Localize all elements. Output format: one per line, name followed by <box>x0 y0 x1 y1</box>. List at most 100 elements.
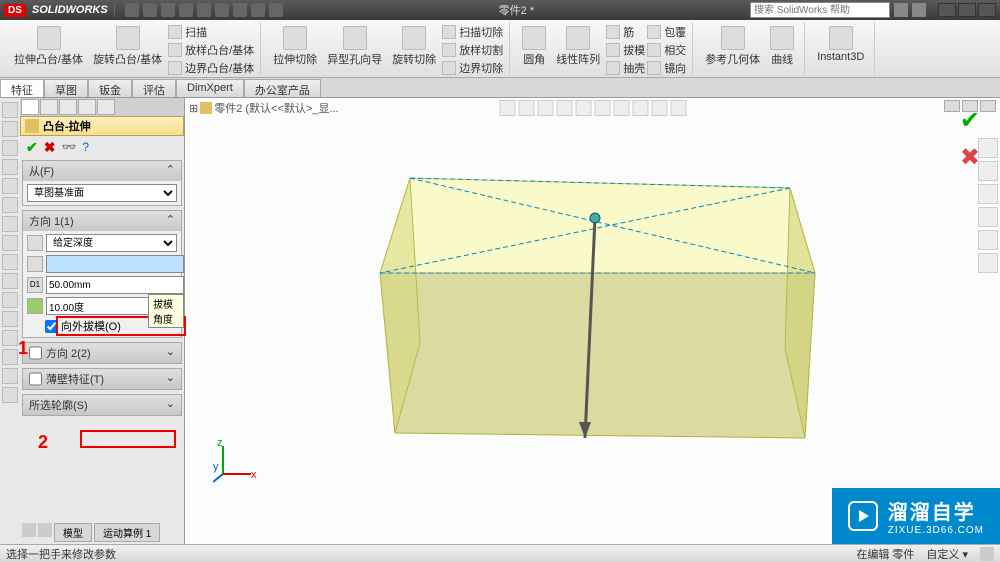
direction-input[interactable] <box>46 255 184 273</box>
tab-features[interactable]: 特征 <box>0 79 44 97</box>
maximize-icon[interactable] <box>958 3 976 17</box>
reverse-direction-icon[interactable] <box>27 235 43 251</box>
minimize-icon[interactable] <box>938 3 956 17</box>
section-view-icon[interactable] <box>556 100 572 116</box>
pattern-button[interactable]: 线性阵列 <box>552 24 604 76</box>
hide-show-icon[interactable] <box>613 100 629 116</box>
tool-icon[interactable] <box>2 159 18 175</box>
close-icon[interactable] <box>978 3 996 17</box>
graphics-viewport[interactable]: ⊞ 零件2 (默认<<默认>_显... ✔ ✖ <box>185 98 1000 544</box>
tab-office[interactable]: 办公室产品 <box>244 79 321 97</box>
tool-icon[interactable] <box>2 273 18 289</box>
status-icon[interactable] <box>980 547 994 561</box>
ok-button[interactable]: ✔ <box>26 139 38 156</box>
tool-icon[interactable] <box>2 102 18 118</box>
rib-button[interactable]: 筋 <box>606 24 645 40</box>
draft-outward-checkbox[interactable] <box>45 320 58 333</box>
tab-dimxpert[interactable]: DimXpert <box>176 79 244 97</box>
section-contour-header[interactable]: 所选轮廓(S)⌄ <box>23 395 181 415</box>
loft-cut-button[interactable]: 放样切割 <box>442 42 503 58</box>
print-icon[interactable] <box>179 3 193 17</box>
zoom-fit-icon[interactable] <box>499 100 515 116</box>
pm-tab-icon[interactable] <box>59 99 77 115</box>
section-dir2-header[interactable]: 方向 2(2)⌄ <box>23 343 181 363</box>
fillet-button[interactable]: 圆角 <box>518 24 550 76</box>
help-button[interactable]: ? <box>82 140 89 154</box>
options-icon[interactable] <box>269 3 283 17</box>
tab-nav-left-icon[interactable] <box>22 523 36 537</box>
extrude-cut-button[interactable]: 拉伸切除 <box>269 24 321 76</box>
zoom-area-icon[interactable] <box>518 100 534 116</box>
tool-icon[interactable] <box>2 140 18 156</box>
tool-icon[interactable] <box>2 235 18 251</box>
tool-icon[interactable] <box>2 178 18 194</box>
section-dir1-header[interactable]: 方向 1(1)⌃ <box>23 211 181 231</box>
view-triad[interactable]: z x y <box>213 440 257 484</box>
boundary-cut-button[interactable]: 边界切除 <box>442 60 503 76</box>
cancel-button[interactable]: ✖ <box>44 139 56 156</box>
open-icon[interactable] <box>143 3 157 17</box>
select-icon[interactable] <box>233 3 247 17</box>
hole-wizard-button[interactable]: 异型孔向导 <box>323 24 386 76</box>
revolve-cut-button[interactable]: 旋转切除 <box>388 24 440 76</box>
sweep-button[interactable]: 扫描 <box>168 24 254 40</box>
draft-angle-icon[interactable] <box>27 298 43 314</box>
tool-icon[interactable] <box>2 254 18 270</box>
tool-icon[interactable] <box>2 292 18 308</box>
curves-button[interactable]: 曲线 <box>766 24 798 69</box>
display-style-icon[interactable] <box>594 100 610 116</box>
help-search-input[interactable] <box>750 2 890 18</box>
mirror-button[interactable]: 镜向 <box>647 60 686 76</box>
help-icon[interactable] <box>912 3 926 17</box>
tool-icon[interactable] <box>2 216 18 232</box>
status-custom-menu[interactable]: 自定义 ▾ <box>926 546 968 562</box>
view-settings-icon[interactable] <box>670 100 686 116</box>
prev-view-icon[interactable] <box>537 100 553 116</box>
new-icon[interactable] <box>125 3 139 17</box>
thin-checkbox[interactable] <box>29 371 42 387</box>
section-thin-header[interactable]: 薄壁特征(T)⌄ <box>23 369 181 389</box>
draft-button[interactable]: 拔模 <box>606 42 645 58</box>
boundary-button[interactable]: 边界凸台/基体 <box>168 60 254 76</box>
search-icon[interactable] <box>894 3 908 17</box>
section-from-header[interactable]: 从(F)⌃ <box>23 161 181 181</box>
apply-scene-icon[interactable] <box>651 100 667 116</box>
tab-model[interactable]: 模型 <box>54 523 92 542</box>
extrude-boss-button[interactable]: 拉伸凸台/基体 <box>10 24 87 76</box>
dir2-checkbox[interactable] <box>29 345 42 361</box>
sweep-cut-button[interactable]: 扫描切除 <box>442 24 503 40</box>
pm-tab-feature-icon[interactable] <box>21 99 39 115</box>
wrap-button[interactable]: 包覆 <box>647 24 686 40</box>
redo-icon[interactable] <box>215 3 229 17</box>
view-orient-icon[interactable] <box>575 100 591 116</box>
tool-icon[interactable] <box>2 197 18 213</box>
tool-icon[interactable] <box>2 349 18 365</box>
tab-sheetmetal[interactable]: 钣金 <box>88 79 132 97</box>
tab-evaluate[interactable]: 评估 <box>132 79 176 97</box>
from-select[interactable]: 草图基准面 <box>27 184 177 202</box>
tool-icon[interactable] <box>2 387 18 403</box>
tab-nav-right-icon[interactable] <box>38 523 52 537</box>
edit-appearance-icon[interactable] <box>632 100 648 116</box>
tab-sketch[interactable]: 草图 <box>44 79 88 97</box>
shell-button[interactable]: 抽壳 <box>606 60 645 76</box>
tool-icon[interactable] <box>2 311 18 327</box>
direction-vector-icon[interactable] <box>27 256 43 272</box>
tool-icon[interactable] <box>2 330 18 346</box>
undo-icon[interactable] <box>197 3 211 17</box>
pm-tab-icon[interactable] <box>40 99 58 115</box>
intersect-button[interactable]: 相交 <box>647 42 686 58</box>
detailed-preview-button[interactable]: 👓 <box>61 140 76 154</box>
tab-motion[interactable]: 运动算例 1 <box>94 523 160 542</box>
tool-icon[interactable] <box>2 121 18 137</box>
pm-tab-icon[interactable] <box>97 99 115 115</box>
rebuild-icon[interactable] <box>251 3 265 17</box>
instant3d-button[interactable]: Instant3D <box>813 24 868 65</box>
tool-icon[interactable] <box>2 368 18 384</box>
loft-button[interactable]: 放样凸台/基体 <box>168 42 254 58</box>
end-condition-select[interactable]: 给定深度 <box>46 234 177 252</box>
revolve-boss-button[interactable]: 旋转凸台/基体 <box>89 24 166 76</box>
ref-geom-button[interactable]: 参考几何体 <box>701 24 764 69</box>
depth-input[interactable] <box>46 276 184 294</box>
pm-tab-icon[interactable] <box>78 99 96 115</box>
